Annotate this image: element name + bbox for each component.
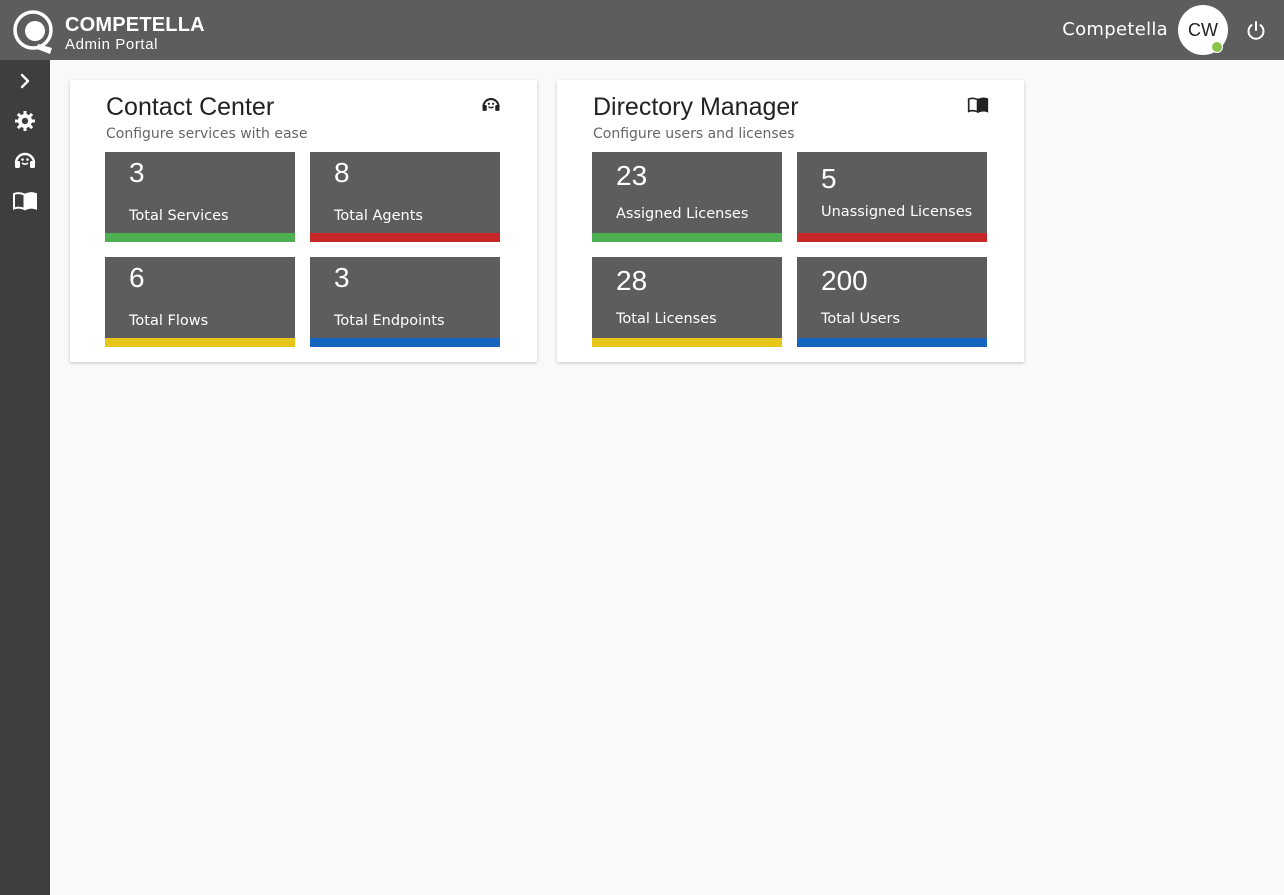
sidebar <box>0 60 50 895</box>
card-title: Contact Center <box>106 93 275 121</box>
presence-online-icon <box>1211 41 1223 53</box>
stat-tile-assigned-licenses[interactable]: 23 Assigned Licenses <box>592 152 782 242</box>
stat-label: Assigned Licenses <box>616 206 749 222</box>
stat-label: Total Licenses <box>616 311 717 327</box>
stat-tile-unassigned-licenses[interactable]: 5 Unassigned Licenses <box>797 152 987 242</box>
brand-subtitle: Admin Portal <box>65 36 159 53</box>
status-bar-blue <box>797 338 987 347</box>
stat-value: 200 <box>821 265 868 296</box>
contact-center-card: Contact Center Configure services with e… <box>70 80 537 362</box>
stat-tile-total-users[interactable]: 200 Total Users <box>797 257 987 347</box>
book-icon <box>967 97 989 114</box>
card-title: Directory Manager <box>593 93 799 121</box>
stat-value: 8 <box>334 157 350 188</box>
status-bar-red <box>797 233 987 242</box>
stat-tile-total-licenses[interactable]: 28 Total Licenses <box>592 257 782 347</box>
headset-icon[interactable] <box>12 148 38 174</box>
status-bar-green <box>105 233 295 242</box>
brand-name: COMPETELLA <box>65 14 205 36</box>
chevron-right-icon[interactable] <box>12 68 38 94</box>
top-bar: COMPETELLA Admin Portal Competella CW <box>0 0 1284 60</box>
card-subtitle: Configure services with ease <box>106 126 308 142</box>
directory-manager-card: Directory Manager Configure users and li… <box>557 80 1024 362</box>
status-bar-red <box>310 233 500 242</box>
status-bar-yellow <box>105 338 295 347</box>
stat-tile-total-flows[interactable]: 6 Total Flows <box>105 257 295 347</box>
user-name: Competella <box>1062 19 1168 40</box>
stat-value: 5 <box>821 163 837 194</box>
status-bar-yellow <box>592 338 782 347</box>
gear-icon[interactable] <box>12 108 38 134</box>
stat-value: 28 <box>616 265 648 296</box>
stat-value: 23 <box>616 160 648 191</box>
stat-label: Total Users <box>821 311 901 327</box>
status-bar-green <box>592 233 782 242</box>
stat-label: Total Endpoints <box>334 313 445 329</box>
stat-label: Unassigned Licenses <box>821 204 973 220</box>
card-subtitle: Configure users and licenses <box>593 126 795 142</box>
stat-value: 3 <box>129 157 145 188</box>
stat-value: 3 <box>334 262 350 293</box>
stat-label: Total Services <box>129 208 229 224</box>
stat-label: Total Agents <box>334 208 423 224</box>
stat-tile-total-endpoints[interactable]: 3 Total Endpoints <box>310 257 500 347</box>
headset-icon <box>482 98 500 111</box>
stat-tile-total-agents[interactable]: 8 Total Agents <box>310 152 500 242</box>
book-icon[interactable] <box>12 188 38 214</box>
power-icon[interactable] <box>1244 19 1268 43</box>
stat-value: 6 <box>129 262 145 293</box>
stat-tile-total-services[interactable]: 3 Total Services <box>105 152 295 242</box>
competella-logo-icon <box>13 10 53 54</box>
stat-label: Total Flows <box>129 313 209 329</box>
status-bar-blue <box>310 338 500 347</box>
